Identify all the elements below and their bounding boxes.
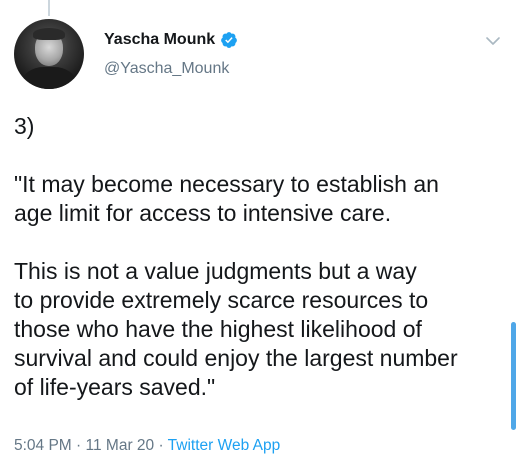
author-handle[interactable]: @Yascha_Mounk: [104, 60, 229, 78]
verified-badge-icon: [221, 32, 238, 48]
avatar-body-shape: [22, 67, 76, 89]
scrollbar[interactable]: [511, 322, 516, 430]
tweet-date[interactable]: 11 Mar 20: [86, 437, 155, 454]
avatar-hair-shape: [33, 28, 65, 40]
avatar[interactable]: [14, 19, 84, 89]
author-name-row: Yascha Mounk: [104, 31, 238, 49]
chevron-down-icon[interactable]: [484, 32, 502, 50]
thread-connector-line: [48, 0, 50, 16]
tweet-text: 3) "It may become necessary to establish…: [14, 113, 458, 400]
meta-separator: ·: [71, 437, 86, 454]
meta-separator: ·: [154, 437, 168, 454]
tweet-source-link[interactable]: Twitter Web App: [168, 437, 281, 454]
tweet-time[interactable]: 5:04 PM: [14, 437, 72, 454]
tweet-meta: 5:04 PM · 11 Mar 20 · Twitter Web App: [14, 437, 280, 455]
author-display-name[interactable]: Yascha Mounk: [104, 31, 215, 49]
